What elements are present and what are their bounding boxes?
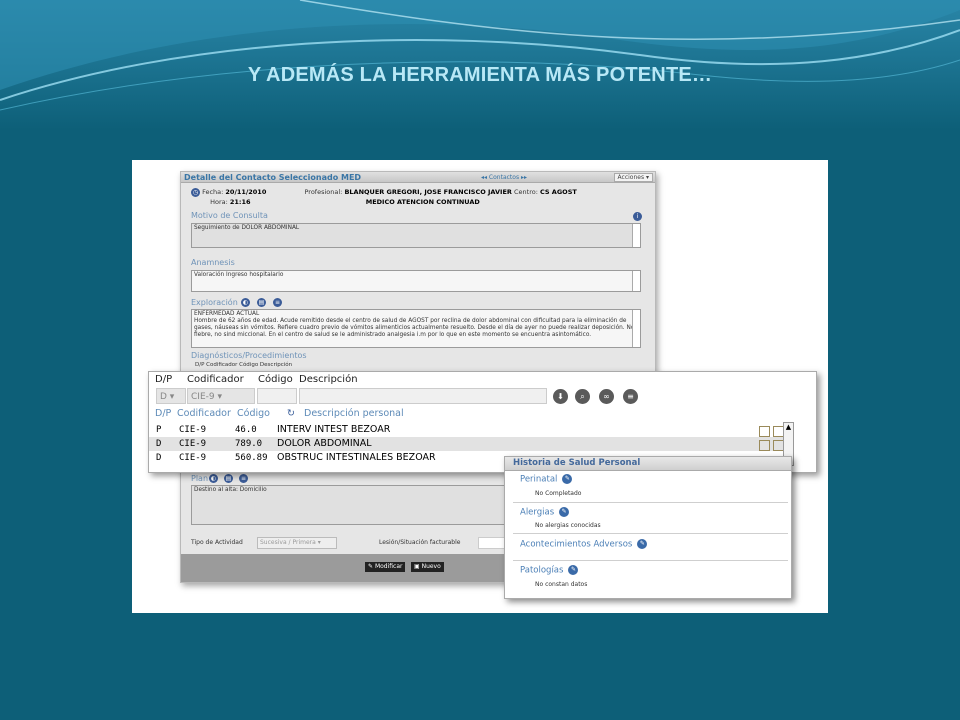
- search-icon[interactable]: ⌕: [575, 389, 590, 404]
- dp-select[interactable]: D ▾: [156, 388, 186, 404]
- edit-icon[interactable]: ✎: [562, 474, 573, 484]
- nuevo-button[interactable]: ▣ Nuevo: [411, 562, 444, 572]
- edit-icon[interactable]: ✎: [568, 565, 579, 575]
- anamnesis-scrollbar[interactable]: [632, 271, 640, 291]
- exploracion-label: Exploración: [191, 298, 238, 307]
- patologias-value: No constan datos: [535, 581, 588, 588]
- scroll-up-icon[interactable]: ▲: [784, 423, 793, 432]
- divider: [513, 533, 788, 534]
- divider: [513, 560, 788, 561]
- perinatal-section[interactable]: Perinatal ✎: [520, 474, 573, 485]
- edit-icon[interactable]: ✎: [559, 507, 570, 517]
- codigo-input[interactable]: [257, 388, 297, 404]
- exploracion-copy-icon[interactable]: ▤: [257, 298, 266, 307]
- hdr-codificador: Codificador: [187, 374, 244, 385]
- col-codificador: Codificador: [177, 408, 231, 419]
- alergias-value: No alergias conocidas: [535, 522, 601, 529]
- tipo-actividad-select[interactable]: Sucesiva / Primera ▾: [257, 537, 337, 549]
- diag-mini-header: D/P Codificador Código Descripción: [195, 362, 293, 368]
- edit-icon[interactable]: ✎: [637, 539, 648, 549]
- patologias-section[interactable]: Patologías ✎: [520, 565, 579, 576]
- hdr-dp: D/P: [155, 374, 173, 385]
- modificar-button[interactable]: ✎ Modificar: [365, 562, 406, 572]
- actions-dropdown[interactable]: Acciones ▾: [613, 173, 653, 182]
- health-history-window: Historia de Salud Personal Perinatal ✎ No…: [504, 456, 792, 599]
- list-icon[interactable]: ≡: [623, 389, 638, 404]
- fecha-value: 20/11/2010: [225, 188, 267, 196]
- book-icon[interactable]: [759, 440, 770, 451]
- table-row[interactable]: P CIE-9 46.0 INTERV INTEST BEZOAR: [149, 423, 789, 437]
- divider: [513, 502, 788, 503]
- book-icon[interactable]: [759, 426, 770, 437]
- motivo-textarea[interactable]: Seguimiento de DOLOR ABDOMINAL: [191, 223, 641, 248]
- alergias-section[interactable]: Alergias ✎: [520, 507, 570, 518]
- col-codigo: Código: [237, 408, 270, 419]
- hdr-descripcion: Descripción: [299, 374, 358, 385]
- exploracion-textarea[interactable]: ENFERMEDAD ACTUAL Hombre de 62 años de e…: [191, 309, 641, 348]
- col-dp: D/P: [155, 408, 172, 419]
- slide-title: Y ADEMÁS LA HERRAMIENTA MÁS POTENTE…: [247, 64, 713, 86]
- contact-window-header: Detalle del Contacto Seleccionado MED ◂◂…: [181, 172, 655, 183]
- profesional-value: BLANQUER GREGORI, JOSE FRANCISCO JAVIER: [344, 188, 512, 196]
- motivo-scrollbar[interactable]: [632, 224, 640, 247]
- motivo-label: Motivo de Consulta: [191, 211, 268, 220]
- diagnosticos-label: Diagnósticos/Procedimientos: [191, 351, 307, 360]
- health-history-title: Historia de Salud Personal: [505, 457, 791, 471]
- contact-meta: ◷ Fecha: 20/11/2010 Profesional: BLANQUE…: [191, 187, 577, 206]
- contact-window-title: Detalle del Contacto Seleccionado MED: [184, 173, 362, 182]
- contacts-nav[interactable]: ◂◂ Contactos ▸▸: [481, 174, 527, 181]
- clock-icon: ◷: [191, 187, 200, 197]
- anamnesis-textarea[interactable]: Valoración Ingreso hospitalario: [191, 270, 641, 292]
- exploracion-tool-icon[interactable]: ◐: [241, 298, 250, 307]
- table-row[interactable]: D CIE-9 789.0 DOLOR ABDOMINAL: [149, 437, 789, 451]
- descripcion-input[interactable]: [299, 388, 547, 404]
- tipo-actividad-label: Tipo de Actividad: [191, 539, 243, 546]
- col-descripcion: Descripción personal: [304, 408, 404, 419]
- hora-value: 21:16: [229, 198, 251, 206]
- refresh-icon[interactable]: ↻: [287, 408, 295, 419]
- save-icon[interactable]: ⬇: [553, 389, 568, 404]
- plan-tool-icon[interactable]: ◐: [209, 474, 218, 483]
- servicio-value: MEDICO ATENCION CONTINUAD: [365, 198, 480, 206]
- codificador-select[interactable]: CIE-9 ▾: [187, 388, 255, 404]
- centro-value: CS AGOST: [539, 188, 577, 196]
- exploracion-list-icon[interactable]: ≡: [273, 298, 282, 307]
- hdr-codigo: Código: [258, 374, 293, 385]
- link-icon[interactable]: ∞: [599, 389, 614, 404]
- plan-label: Plan: [191, 474, 209, 483]
- acontecimientos-section[interactable]: Acontecimientos Adversos ✎: [520, 539, 648, 550]
- plan-list-icon[interactable]: ≡: [239, 474, 248, 483]
- info-icon[interactable]: i: [633, 212, 642, 221]
- anamnesis-label: Anamnesis: [191, 258, 235, 267]
- lesion-label: Lesión/Situación facturable: [379, 539, 461, 546]
- exploracion-scrollbar[interactable]: [632, 310, 640, 347]
- plan-copy-icon[interactable]: ▤: [224, 474, 233, 483]
- perinatal-value: No Completado: [535, 490, 582, 497]
